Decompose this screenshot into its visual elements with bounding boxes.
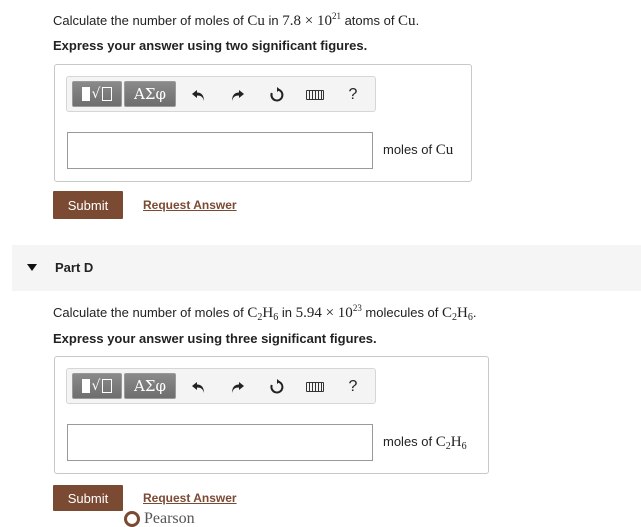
answer-input-part-d[interactable]	[67, 424, 373, 461]
keyboard-icon[interactable]	[303, 375, 327, 399]
question-part-d: Calculate the number of moles of C2H6 in…	[53, 303, 477, 323]
unit-substance: Cu	[435, 142, 454, 158]
formula-element: H	[450, 434, 462, 450]
unit-formula: C2H6	[435, 434, 467, 452]
question-text: .	[472, 305, 477, 320]
substance: Cu	[398, 13, 416, 29]
submit-button-part-c[interactable]: Submit	[53, 191, 123, 219]
answer-input-part-c[interactable]	[67, 132, 373, 169]
keyboard-glyph	[306, 90, 324, 100]
formula-element: C	[442, 305, 453, 321]
templates-button[interactable]: √	[72, 81, 122, 107]
templates-button[interactable]: √	[72, 373, 122, 399]
math-toolbar: √ ΑΣφ ?	[66, 368, 376, 404]
pearson-logo-text: Pearson	[144, 510, 195, 523]
unit-label-part-c: moles of Cu	[383, 142, 453, 159]
instruction-part-c: Express your answer using two significan…	[53, 38, 368, 53]
part-d-title: Part D	[55, 260, 94, 275]
templates-icon	[81, 379, 90, 393]
question-text: Calculate the number of moles of	[53, 13, 248, 28]
substance: Cu	[247, 13, 265, 29]
question-text: in	[264, 13, 283, 28]
formula-element: C	[435, 434, 446, 450]
request-answer-link-part-d[interactable]: Request Answer	[143, 491, 237, 505]
help-icon[interactable]: ?	[341, 83, 365, 107]
box-icon	[102, 379, 113, 393]
quantity: 5.94 × 1023	[295, 303, 362, 321]
sqrt-icon: √	[91, 378, 101, 394]
greek-button[interactable]: ΑΣφ	[124, 373, 176, 399]
quantity-exponent: 21	[331, 11, 341, 21]
request-answer-link-part-c[interactable]: Request Answer	[143, 198, 237, 212]
question-text: .	[415, 13, 420, 28]
submit-button-part-d[interactable]: Submit	[53, 485, 123, 511]
question-text: Calculate the number of moles of	[53, 305, 248, 320]
keyboard-glyph	[306, 382, 324, 392]
templates-icon	[81, 87, 90, 101]
formula-element: C	[247, 305, 258, 321]
redo-icon[interactable]	[225, 83, 249, 107]
question-text: in	[278, 305, 296, 320]
pearson-logo-icon	[124, 511, 140, 527]
formula-element: H	[262, 305, 274, 321]
collapse-triangle-icon[interactable]	[27, 264, 37, 271]
undo-icon[interactable]	[187, 375, 211, 399]
answer-panel-part-c: √ ΑΣφ ? moles of Cu	[54, 64, 472, 182]
greek-button[interactable]: ΑΣφ	[124, 81, 176, 107]
help-icon[interactable]: ?	[341, 375, 365, 399]
redo-icon[interactable]	[225, 375, 249, 399]
question-text: molecules of	[361, 305, 443, 320]
formula-element: H	[457, 305, 468, 321]
formula-subscript: 6	[461, 441, 467, 452]
quantity-mantissa: 5.94 × 10	[295, 305, 353, 321]
quantity-exponent: 23	[352, 303, 362, 313]
formula: C2H6	[247, 305, 278, 323]
unit-text: moles of	[383, 434, 436, 449]
sqrt-icon: √	[91, 86, 101, 102]
unit-text: moles of	[383, 142, 436, 157]
unit-label-part-d: moles of C2H6	[383, 434, 467, 452]
keyboard-icon[interactable]	[303, 83, 327, 107]
part-d-header[interactable]	[12, 245, 641, 291]
math-toolbar: √ ΑΣφ ?	[66, 76, 376, 112]
reset-icon[interactable]	[265, 83, 289, 107]
reset-icon[interactable]	[265, 375, 289, 399]
question-text: atoms of	[340, 13, 399, 28]
quantity-mantissa: 7.8 × 10	[282, 13, 332, 29]
instruction-part-d: Express your answer using three signific…	[53, 331, 377, 346]
question-part-c: Calculate the number of moles of Cu in 7…	[53, 11, 419, 30]
undo-icon[interactable]	[187, 83, 211, 107]
formula: C2H6	[442, 305, 473, 323]
answer-panel-part-d: √ ΑΣφ ? moles of C2H6	[54, 356, 489, 474]
box-icon	[102, 87, 113, 101]
quantity: 7.8 × 1021	[282, 11, 341, 29]
